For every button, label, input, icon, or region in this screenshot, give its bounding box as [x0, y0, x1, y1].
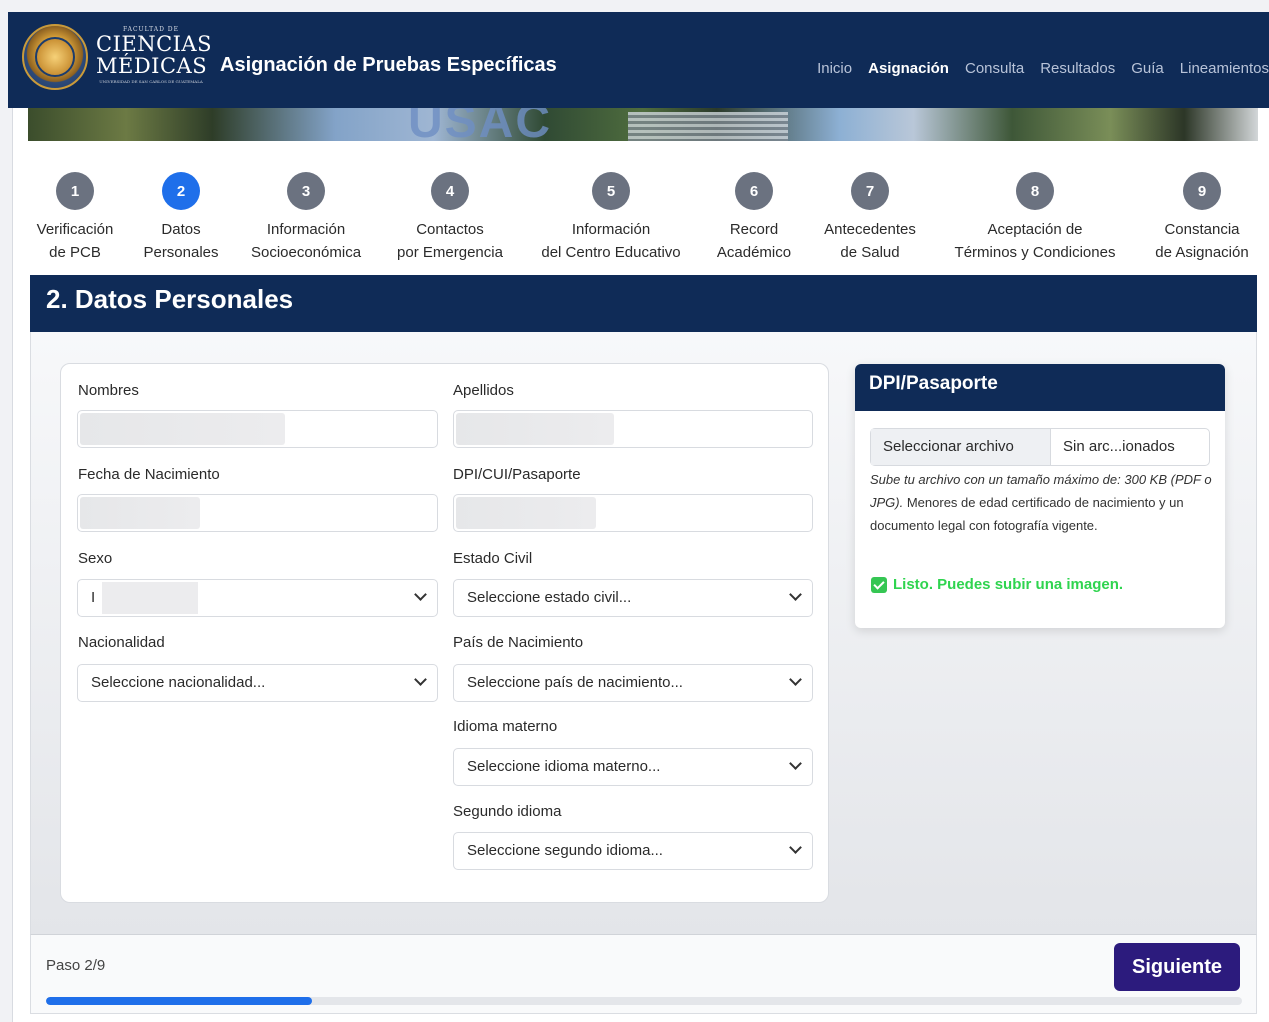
nav-inicio[interactable]: Inicio	[817, 60, 852, 77]
banner-text: USAC	[408, 108, 553, 141]
nav-asignacion[interactable]: Asignación	[868, 60, 949, 77]
estado-civil-select[interactable]: Seleccione estado civil...	[453, 579, 813, 617]
pais-nacimiento-value: Seleccione país de nacimiento...	[467, 674, 683, 691]
step-number: 4	[431, 172, 469, 210]
sexo-select[interactable]: I	[77, 579, 438, 617]
brand-wordmark: FACULTAD DE CIENCIAS MÉDICAS UNIVERSIDAD…	[96, 26, 212, 84]
nacionalidad-value: Seleccione nacionalidad...	[91, 674, 266, 691]
step-number: 2	[162, 172, 200, 210]
app-title: Asignación de Pruebas Específicas	[220, 54, 557, 76]
estado-civil-value: Seleccione estado civil...	[467, 589, 632, 606]
segundo-idioma-label: Segundo idioma	[453, 803, 562, 820]
nacionalidad-select[interactable]: Seleccione nacionalidad...	[77, 664, 438, 702]
progress-bar	[46, 997, 1242, 1005]
app-header: FACULTAD DE CIENCIAS MÉDICAS UNIVERSIDAD…	[8, 12, 1269, 108]
idioma-materno-label: Idioma materno	[453, 718, 558, 735]
next-button[interactable]: Siguiente	[1114, 943, 1240, 991]
dpi-label: DPI/CUI/Pasaporte	[453, 466, 581, 483]
nav-consulta[interactable]: Consulta	[965, 60, 1024, 77]
upload-ready-status: Listo. Puedes subir una imagen.	[871, 576, 1123, 593]
nav-lineamientos[interactable]: Lineamientos	[1180, 60, 1269, 77]
brand-line-2: MÉDICAS	[96, 54, 208, 78]
sexo-label: Sexo	[78, 550, 113, 567]
selected-file-name: Sin arc...ionados	[1063, 438, 1175, 455]
top-nav: Inicio Asignación Consulta Resultados Gu…	[817, 60, 1269, 77]
step-label: Constancia de Asignación	[1155, 221, 1249, 261]
step-counter: Paso 2/9	[46, 957, 106, 974]
progress-fill	[46, 997, 312, 1005]
redacted-value	[456, 497, 596, 529]
step-number: 3	[287, 172, 325, 210]
estado-civil-label: Estado Civil	[453, 550, 533, 567]
idioma-materno-select[interactable]: Seleccione idioma materno...	[453, 748, 813, 786]
apellidos-input[interactable]	[453, 410, 813, 448]
dpi-card-title: DPI/Pasaporte	[855, 364, 1225, 411]
brand-line-1: CIENCIAS	[96, 32, 212, 56]
fecha-nacimiento-label: Fecha de Nacimiento	[78, 466, 220, 483]
nav-guia[interactable]: Guía	[1131, 60, 1164, 77]
seal-center-icon	[35, 37, 75, 77]
step-number: 6	[735, 172, 773, 210]
campus-banner-image: USAC	[28, 108, 1258, 141]
redacted-value	[80, 497, 200, 529]
step-number: 7	[851, 172, 889, 210]
redacted-value	[80, 413, 285, 445]
segundo-idioma-value: Seleccione segundo idioma...	[467, 842, 663, 859]
fecha-nacimiento-input[interactable]	[77, 494, 438, 532]
faculty-seal-logo[interactable]	[22, 24, 88, 90]
step-progress: 1 Verificación de PCB 2 Datos Personales 3…	[0, 172, 1269, 262]
chevron-down-icon	[414, 588, 427, 601]
check-icon	[871, 576, 887, 593]
banner-stairs-graphic	[628, 112, 788, 141]
step-number: 8	[1016, 172, 1054, 210]
chevron-down-icon	[789, 588, 802, 601]
chevron-down-icon	[789, 841, 802, 854]
upload-ready-text: Listo. Puedes subir una imagen.	[893, 576, 1124, 593]
step-number: 5	[592, 172, 630, 210]
idioma-materno-value: Seleccione idioma materno...	[467, 758, 661, 775]
dpi-file-input[interactable]: Seleccionar archivo Sin arc...ionados	[870, 428, 1210, 466]
dpi-input[interactable]	[453, 494, 813, 532]
redacted-value	[456, 413, 614, 445]
chevron-down-icon	[789, 757, 802, 770]
step-number: 9	[1183, 172, 1221, 210]
pais-nacimiento-label: País de Nacimiento	[453, 634, 584, 651]
chevron-down-icon	[414, 673, 427, 686]
page: FACULTAD DE CIENCIAS MÉDICAS UNIVERSIDAD…	[0, 0, 1269, 1022]
apellidos-label: Apellidos	[453, 382, 514, 399]
dpi-help-text: Sube tu archivo con un tamaño máximo de:…	[870, 472, 1212, 533]
nombres-label: Nombres	[78, 382, 139, 399]
chevron-down-icon	[789, 673, 802, 686]
form-footer: Paso 2/9 Siguiente	[30, 934, 1257, 1014]
brand-tiny-text: UNIVERSIDAD DE SAN CARLOS DE GUATEMALA	[99, 79, 203, 84]
pais-nacimiento-select[interactable]: Seleccione país de nacimiento...	[453, 664, 813, 702]
segundo-idioma-select[interactable]: Seleccione segundo idioma...	[453, 832, 813, 870]
nombres-input[interactable]	[77, 410, 438, 448]
nacionalidad-label: Nacionalidad	[78, 634, 165, 651]
step-9[interactable]: 9 Constancia de Asignación	[1102, 172, 1269, 264]
dpi-upload-card: DPI/Pasaporte Seleccionar archivo Sin ar…	[855, 364, 1225, 628]
select-file-button[interactable]: Seleccionar archivo	[871, 429, 1051, 465]
sexo-value: I	[91, 589, 96, 606]
section-title: 2. Datos Personales	[30, 275, 1257, 332]
nav-resultados[interactable]: Resultados	[1040, 60, 1115, 77]
redacted-value	[102, 582, 198, 614]
